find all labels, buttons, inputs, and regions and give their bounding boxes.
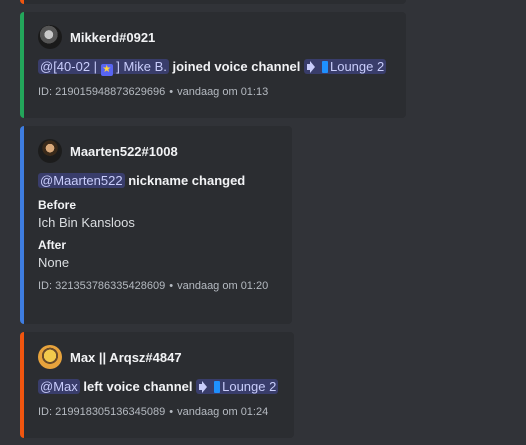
separator: •	[169, 406, 174, 418]
user-mention[interactable]: @[40-02 | ★ ] Mike B.	[38, 59, 169, 76]
embed-footer: ID: 219918305136345089 • vandaag om 01:24	[38, 406, 280, 418]
field-before-label: Before	[38, 198, 77, 212]
footer-id: ID: 219015948873629696	[38, 86, 166, 98]
footer-id: ID: 321353786335428609	[38, 280, 166, 292]
user-mention[interactable]: @Maarten522	[38, 173, 125, 188]
author-name[interactable]: Max || Arqsz#4847	[70, 350, 182, 365]
footer-time: vandaag om 01:20	[177, 280, 269, 292]
author-name[interactable]: Mikkerd#0921	[70, 30, 155, 45]
channel-name: Lounge 2	[329, 59, 385, 74]
embed-description: @Maarten522 nickname changed	[38, 172, 278, 190]
separator: •	[169, 86, 174, 98]
star-icon: ★	[100, 64, 113, 76]
field-after-value: None	[38, 255, 70, 270]
channel-mention[interactable]: Lounge 2	[196, 379, 279, 394]
footer-time: vandaag om 01:24	[177, 406, 269, 418]
action-text: left voice channel	[83, 379, 193, 394]
embed-author: Mikkerd#0921	[38, 24, 392, 50]
embed-partial-top	[20, 0, 406, 4]
speaker-icon	[306, 61, 320, 73]
embed-author: Maarten522#1008	[38, 138, 278, 164]
action-text: nickname changed	[128, 173, 246, 188]
author-name[interactable]: Maarten522#1008	[70, 144, 178, 159]
embed-description: @[40-02 | ★ ] Mike B. joined voice chann…	[38, 58, 392, 76]
footer-time: vandaag om 01:13	[177, 86, 269, 98]
speaker-icon	[198, 381, 212, 393]
mention-text-rest: ] Mike B.	[112, 59, 167, 74]
embed-footer: ID: 219015948873629696 • vandaag om 01:13	[38, 86, 392, 98]
embed-footer: ID: 321353786335428609 • vandaag om 01:20	[38, 280, 278, 292]
avatar[interactable]	[38, 139, 62, 163]
avatar[interactable]	[38, 345, 62, 369]
embed-author: Max || Arqsz#4847	[38, 344, 280, 370]
embed-description: @Max left voice channel Lounge 2	[38, 378, 280, 396]
footer-id: ID: 219918305136345089	[38, 406, 166, 418]
mention-text: @[40-02 |	[40, 59, 101, 74]
separator: •	[169, 280, 174, 292]
phone-icon	[321, 61, 328, 73]
embed-voice-join: Mikkerd#0921 @[40-02 | ★ ] Mike B. joine…	[20, 12, 406, 118]
channel-name: Lounge 2	[222, 379, 277, 394]
channel-mention[interactable]: Lounge 2	[303, 59, 387, 74]
avatar[interactable]	[38, 25, 62, 49]
phone-icon	[214, 381, 221, 393]
user-mention[interactable]: @Max	[38, 379, 80, 394]
field-before-value: Ich Bin Kansloos	[38, 215, 135, 230]
action-text: joined voice channel	[172, 59, 301, 74]
embed-voice-leave: Max || Arqsz#4847 @Max left voice channe…	[20, 332, 294, 438]
embed-nickname-change: Maarten522#1008 @Maarten522 nickname cha…	[20, 126, 292, 324]
field-after-label: After	[38, 238, 67, 252]
